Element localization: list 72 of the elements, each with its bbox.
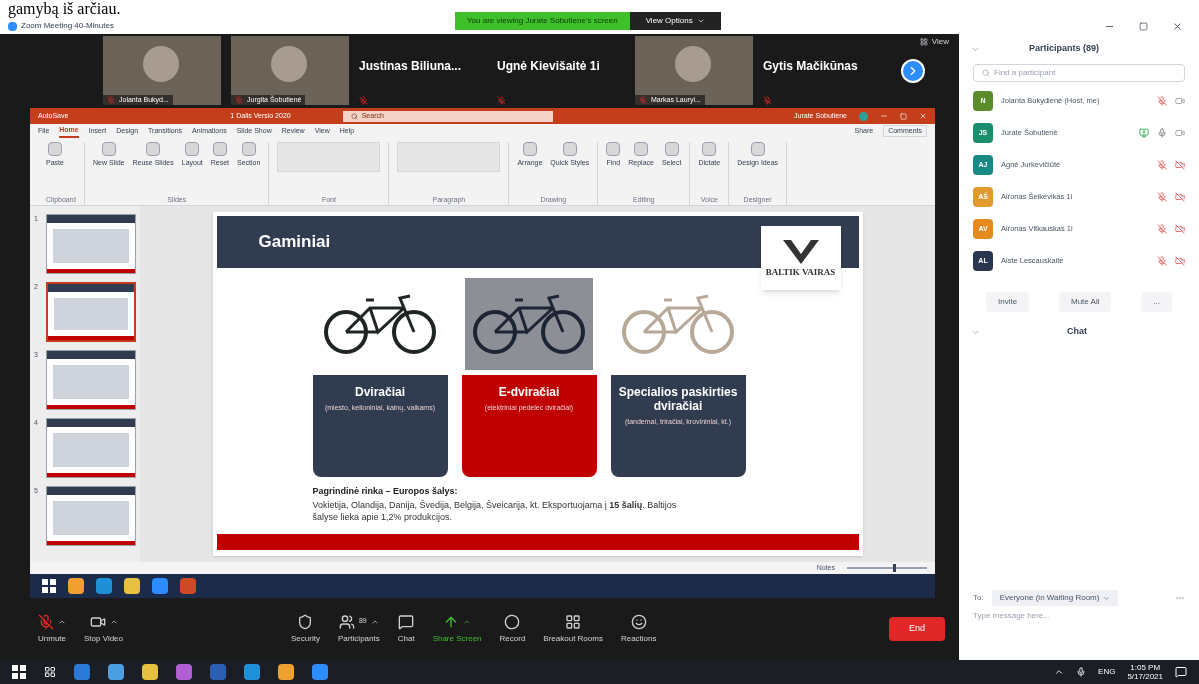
chevron-up-icon[interactable] bbox=[1054, 667, 1065, 677]
clock-time: 1:05 PM bbox=[1130, 663, 1161, 672]
toolbar-button[interactable]: Reactions bbox=[620, 613, 657, 645]
slide-thumbnail[interactable] bbox=[46, 214, 136, 274]
app-icon[interactable] bbox=[176, 664, 192, 680]
toolbar-button[interactable]: Share Screen bbox=[432, 613, 482, 645]
toolbar-button[interactable]: Breakout Rooms bbox=[543, 613, 603, 645]
recipient-dropdown[interactable]: Everyone (in Waiting Room) bbox=[991, 590, 1119, 606]
participant-name: Gytis Mačikūnas bbox=[763, 58, 858, 75]
mic-icon[interactable] bbox=[1076, 667, 1087, 677]
slide-thumbnail[interactable] bbox=[46, 282, 136, 342]
close-icon[interactable] bbox=[919, 112, 927, 120]
zoom-slider[interactable] bbox=[847, 564, 927, 572]
slide-thumbnail[interactable] bbox=[46, 418, 136, 478]
product-name: E-dviračiai bbox=[498, 385, 560, 399]
panel-title: Chat bbox=[1067, 325, 1087, 339]
slider-thumb[interactable] bbox=[893, 564, 897, 572]
market-heading: Pagrindinė rinka – Europos šalys: bbox=[312, 485, 459, 498]
window-title: Zoom Meeting 40-Minutes bbox=[21, 20, 114, 32]
person-silhouette-icon bbox=[271, 46, 307, 82]
grid-icon bbox=[919, 38, 928, 46]
close-icon[interactable] bbox=[1172, 20, 1183, 32]
panel-button[interactable]: Mute All bbox=[1059, 292, 1112, 312]
caret-icon bbox=[696, 17, 705, 25]
security-icon bbox=[297, 613, 314, 630]
next-page-button[interactable] bbox=[901, 58, 925, 83]
toolbar-button[interactable]: Unmute bbox=[38, 613, 66, 645]
app-icon[interactable] bbox=[108, 664, 124, 680]
clock-date: 5/17/2021 bbox=[1127, 672, 1163, 681]
language-indicator[interactable]: ENG bbox=[1098, 666, 1116, 678]
caret-icon bbox=[1103, 594, 1111, 602]
maximize-icon[interactable] bbox=[1139, 21, 1148, 31]
record-icon bbox=[504, 613, 521, 630]
toolbar-button[interactable]: Security bbox=[291, 613, 320, 645]
person-silhouette-icon bbox=[675, 46, 711, 82]
panel-button[interactable]: ... bbox=[1141, 292, 1173, 312]
toolbar-button[interactable]: Chat bbox=[397, 613, 415, 645]
slide-title: Gaminiai bbox=[258, 231, 331, 254]
windows-logo-icon[interactable] bbox=[42, 579, 56, 593]
slide-thumbnail[interactable] bbox=[46, 486, 136, 546]
person-silhouette-icon bbox=[143, 46, 179, 82]
panel-button[interactable]: Invite bbox=[985, 292, 1030, 312]
product-name: Specialios paskirties dviračiai bbox=[618, 385, 738, 413]
search-icon bbox=[982, 69, 990, 77]
breakout-icon bbox=[565, 613, 582, 630]
participant-name: Ugnė Kievišaitė 1i bbox=[497, 58, 600, 75]
reactions-icon bbox=[630, 613, 647, 630]
logo-text: BALTIK VAIRAS bbox=[765, 266, 836, 280]
share-banner: You are viewing Jurate Sobutiene's screen bbox=[455, 12, 630, 30]
slide-thumbnail[interactable] bbox=[46, 350, 136, 410]
windows-logo-icon[interactable] bbox=[12, 665, 26, 679]
view-button[interactable]: View bbox=[919, 36, 949, 48]
participants-icon bbox=[338, 613, 355, 630]
toolbar-button[interactable]: Record bbox=[499, 613, 526, 645]
chat-icon bbox=[398, 613, 415, 630]
notifications-icon[interactable] bbox=[1175, 666, 1187, 678]
app-icon[interactable] bbox=[74, 664, 90, 680]
mic-icon bbox=[38, 613, 54, 630]
search-icon bbox=[350, 112, 358, 120]
product-name: Dviračiai bbox=[354, 385, 405, 399]
app-icon bbox=[8, 21, 17, 31]
view-options-button[interactable]: View Options bbox=[629, 12, 721, 30]
message-input[interactable]: Type message here... bbox=[973, 610, 1185, 660]
document-text: gamybą iš arčiau. bbox=[8, 0, 121, 18]
toolbar-button[interactable]: Stop Video bbox=[84, 613, 123, 645]
market-text: Vokietija, Olandija, Danija, Švedija, Belgija, Šveicarija, kt. Eksportuojama į 15 šalių. Baltijos šalyse lieka apie 1,2% produkcijos. bbox=[312, 498, 678, 523]
end-button[interactable]: End bbox=[889, 617, 945, 641]
panel-title: Participants (89) bbox=[1029, 42, 1100, 56]
task-view-icon[interactable] bbox=[44, 666, 56, 678]
user-avatar bbox=[859, 111, 868, 121]
to-label: To: bbox=[973, 592, 984, 604]
participant-name: Justinas Biliuna... bbox=[359, 58, 462, 75]
